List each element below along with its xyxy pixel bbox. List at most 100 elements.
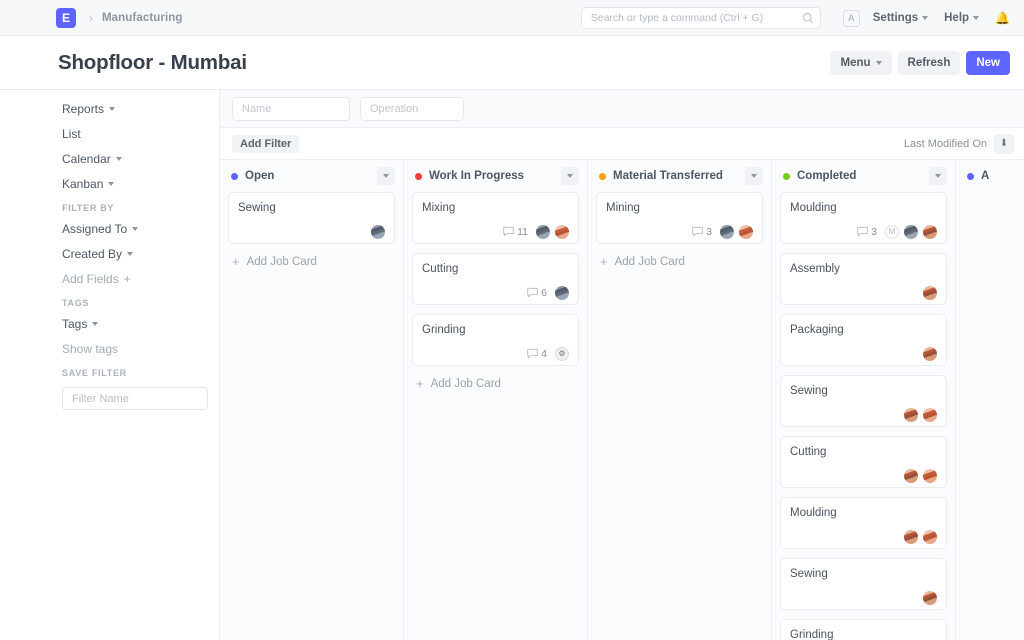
avatar xyxy=(720,225,734,239)
kanban-column-title: Completed xyxy=(797,170,922,182)
column-menu-button[interactable] xyxy=(561,167,579,185)
global-search[interactable]: Search or type a command (Ctrl + G) xyxy=(581,7,821,29)
kanban-column-title: Work In Progress xyxy=(429,170,554,182)
kanban-column-header: A xyxy=(956,160,1024,192)
filter-name-input[interactable] xyxy=(62,387,208,410)
job-card[interactable]: Sewing xyxy=(780,375,947,427)
page-header: Shopfloor - Mumbai Menu Refresh New xyxy=(0,36,1024,90)
job-card[interactable]: Grinding4⚙ xyxy=(412,314,579,366)
add-job-card-button[interactable]: + Add Job Card xyxy=(228,253,395,268)
settings-menu[interactable]: Settings xyxy=(873,12,928,24)
job-card[interactable]: Grinding⚙ xyxy=(780,619,947,640)
sidebar-tag-show-tags[interactable]: Show tags xyxy=(62,342,219,356)
chevron-down-icon xyxy=(92,322,98,326)
help-menu[interactable]: Help xyxy=(944,12,979,24)
add-job-card-button[interactable]: +Add Job Card xyxy=(596,253,763,268)
sidebar-filter-add-fields[interactable]: Add Fields+ xyxy=(62,272,219,286)
sidebar-item-label: Assigned To xyxy=(62,222,127,236)
sidebar-item-label: Created By xyxy=(62,247,122,261)
kanban-column-title: A xyxy=(981,170,1024,182)
page-body: Reports List Calendar Kanban FILTER BY Assi… xyxy=(0,90,1024,640)
comment-count: 4 xyxy=(541,348,547,360)
kanban-column: Material Transferred Mining3 +Add Job Card xyxy=(588,160,772,640)
job-card-meta: 11 xyxy=(422,218,569,236)
job-card[interactable]: Cutting xyxy=(780,436,947,488)
chevron-down-icon xyxy=(132,227,138,231)
job-card-meta xyxy=(790,401,937,419)
sidebar-tag-tags[interactable]: Tags xyxy=(62,317,219,331)
job-card[interactable]: Moulding3M xyxy=(780,192,947,244)
help-label: Help xyxy=(944,12,969,24)
chevron-down-icon xyxy=(935,174,941,178)
job-card[interactable]: Assembly xyxy=(780,253,947,305)
add-job-card-label: Add Job Card xyxy=(247,256,317,268)
job-card[interactable]: Cutting 6 xyxy=(412,253,579,305)
chevron-down-icon xyxy=(876,61,882,65)
filter-operation-field[interactable] xyxy=(360,97,464,121)
app-logo[interactable]: E xyxy=(56,8,76,28)
navbar-right-group: Search or type a command (Ctrl + G) A Se… xyxy=(581,0,1010,36)
comment-icon xyxy=(503,226,514,237)
kanban-board: OpenSewing+Add Job CardWork In ProgressM… xyxy=(220,160,1024,640)
add-job-card-button[interactable]: +Add Job Card xyxy=(412,375,579,390)
sidebar-filter-assigned-to[interactable]: Assigned To xyxy=(62,222,219,236)
plus-icon: + xyxy=(600,255,608,268)
job-card[interactable]: Sewing xyxy=(228,192,395,244)
sidebar-item-label: Add Fields xyxy=(62,272,119,286)
column-menu-button[interactable] xyxy=(377,167,395,185)
job-card-title: Grinding xyxy=(790,628,937,640)
sidebar-item-reports[interactable]: Reports xyxy=(62,102,219,116)
kanban-column-header: Completed xyxy=(772,160,955,192)
sidebar-filter-heading: FILTER BY xyxy=(62,203,219,213)
job-card-title: Moulding xyxy=(790,506,937,521)
job-card-meta: 6 xyxy=(422,279,569,297)
kanban-column: Completed Moulding3M Assembly Packaging Sewi… xyxy=(772,160,956,640)
sidebar-item-calendar[interactable]: Calendar xyxy=(62,152,219,166)
kanban-column-header: Work In Progress xyxy=(404,160,587,192)
job-card-title: Assembly xyxy=(790,262,937,277)
job-card[interactable]: Packaging xyxy=(780,314,947,366)
job-card-title: Sewing xyxy=(790,384,937,399)
new-button[interactable]: New xyxy=(966,51,1010,75)
chevron-down-icon xyxy=(751,174,757,178)
comment-count-group: 4 xyxy=(527,348,547,360)
comment-icon xyxy=(692,226,703,237)
job-card[interactable]: Sewing xyxy=(780,558,947,610)
menu-button[interactable]: Menu xyxy=(830,51,891,75)
add-filter-button[interactable]: Add Filter xyxy=(232,135,299,153)
user-avatar[interactable]: A xyxy=(843,10,860,27)
sidebar-item-kanban[interactable]: Kanban xyxy=(62,177,219,191)
avatar xyxy=(555,286,569,300)
status-dot-icon xyxy=(967,173,974,180)
avatar xyxy=(923,225,937,239)
avatar xyxy=(555,225,569,239)
plus-icon: + xyxy=(232,255,240,268)
sort-field-label[interactable]: Last Modified On xyxy=(904,138,987,150)
quick-filter-bar xyxy=(220,90,1024,128)
job-card-title: Sewing xyxy=(790,567,937,582)
column-menu-button[interactable] xyxy=(745,167,763,185)
job-card[interactable]: Moulding xyxy=(780,497,947,549)
column-menu-button[interactable] xyxy=(929,167,947,185)
comment-count: 3 xyxy=(871,226,877,238)
refresh-button[interactable]: Refresh xyxy=(898,51,961,75)
breadcrumb-manufacturing[interactable]: Manufacturing xyxy=(102,12,183,24)
menu-button-label: Menu xyxy=(840,57,870,69)
search-icon xyxy=(802,12,814,24)
job-card[interactable]: Mixing11 xyxy=(412,192,579,244)
sidebar: Reports List Calendar Kanban FILTER BY Assi… xyxy=(0,90,220,640)
chevron-down-icon xyxy=(109,107,115,111)
page-actions: Menu Refresh New xyxy=(830,51,1010,75)
bell-icon[interactable]: 🔔 xyxy=(995,11,1010,25)
job-card-meta xyxy=(790,584,937,602)
kanban-column-title: Material Transferred xyxy=(613,170,738,182)
sidebar-item-list[interactable]: List xyxy=(62,127,219,141)
avatar xyxy=(739,225,753,239)
job-card-title: Cutting xyxy=(790,445,937,460)
avatar xyxy=(923,347,937,361)
job-card[interactable]: Mining3 xyxy=(596,192,763,244)
filter-name-field[interactable] xyxy=(232,97,350,121)
sidebar-filter-created-by[interactable]: Created By xyxy=(62,247,219,261)
job-card-title: Cutting xyxy=(422,262,569,277)
arrow-down-icon[interactable]: ⬇ xyxy=(994,134,1014,154)
